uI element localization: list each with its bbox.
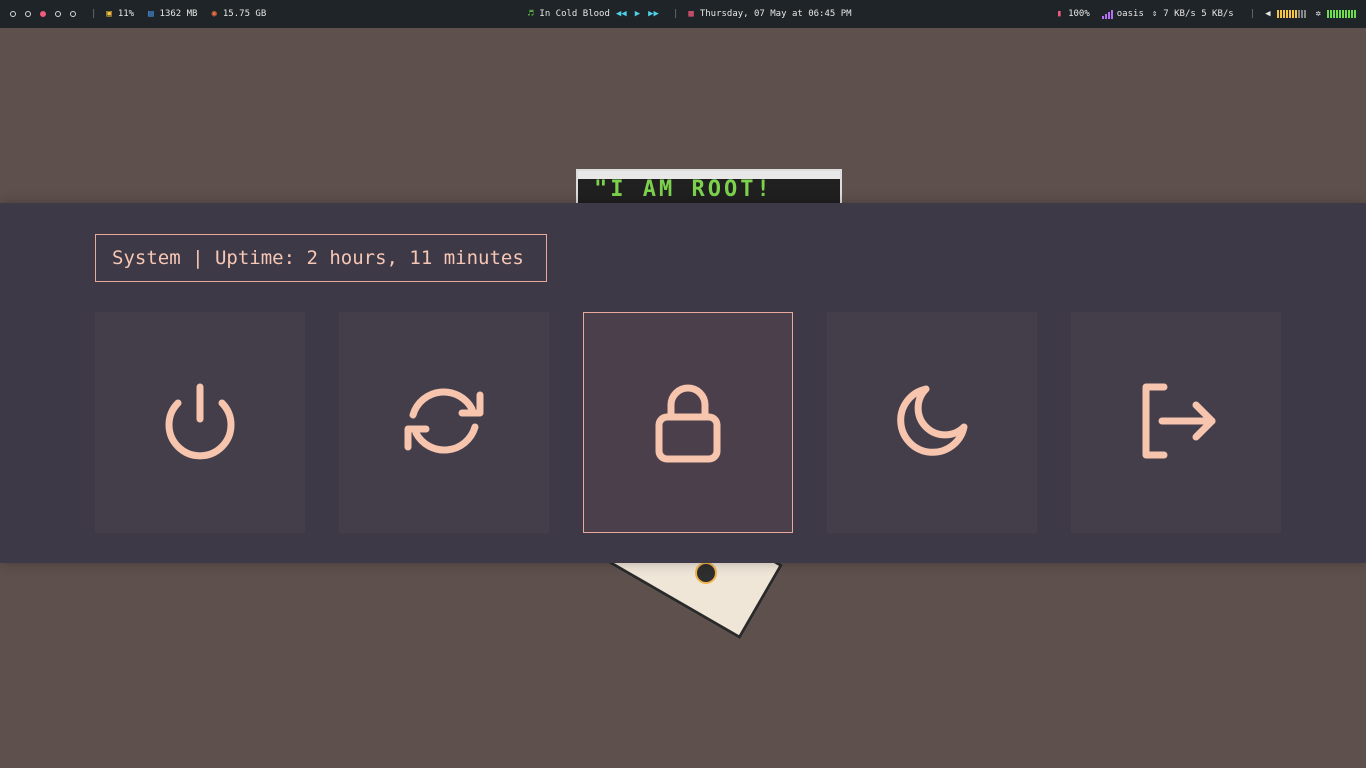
cpu-module: ▣ 11% — [106, 9, 134, 19]
track-title: In Cold Blood — [539, 9, 610, 19]
shutdown-button[interactable] — [95, 312, 305, 533]
logout-button[interactable] — [1071, 312, 1281, 533]
suspend-button[interactable] — [827, 312, 1037, 533]
separator: | — [91, 9, 97, 19]
volume-meter[interactable] — [1276, 10, 1306, 18]
wallpaper-penguin-icon — [695, 562, 717, 584]
network-speed: 7 KB/s 5 KB/s — [1163, 9, 1234, 19]
top-bar-right: ▮ 100% oasis ⇕ 7 KB/s 5 KB/s | ◀ ✲ — [1057, 0, 1356, 28]
music-module: ♬ In Cold Blood — [528, 9, 610, 19]
clock-module: ▦ Thursday, 07 May at 06:45 PM — [688, 9, 851, 19]
volume-muted-icon: ◀ — [1265, 9, 1271, 19]
brightness-meter[interactable] — [1327, 10, 1356, 18]
brightness-module[interactable]: ✲ — [1316, 9, 1356, 19]
workspace-3[interactable] — [40, 11, 46, 17]
moon-icon — [897, 385, 968, 456]
play-icon[interactable]: ▶ — [635, 9, 640, 19]
top-bar: | ▣ 11% ▤ 1362 MB ◉ 15.75 GB ♬ In Cold B… — [0, 0, 1366, 28]
disk-value: 15.75 GB — [222, 9, 267, 19]
memory-icon: ▤ — [148, 9, 154, 19]
clock-text: Thursday, 07 May at 06:45 PM — [699, 9, 852, 19]
battery-icon: ▮ — [1056, 9, 1063, 19]
memory-module: ▤ 1362 MB — [148, 9, 197, 19]
cpu-value: 11% — [117, 9, 135, 19]
network-ssid: oasis — [1116, 9, 1144, 19]
logout-icon — [1142, 383, 1216, 458]
music-note-icon: ♬ — [528, 9, 534, 19]
separator: | — [1249, 9, 1256, 19]
volume-module[interactable]: ◀ — [1265, 9, 1306, 19]
battery-value: 100% — [1068, 9, 1090, 19]
network-module: oasis ⇕ 7 KB/s 5 KB/s — [1101, 9, 1234, 19]
previous-track-icon[interactable]: ◀◀ — [616, 9, 627, 19]
power-icon — [165, 383, 235, 459]
workspace-1[interactable] — [10, 11, 16, 17]
updown-icon: ⇕ — [1151, 9, 1158, 19]
reboot-button[interactable] — [339, 312, 549, 533]
disk-icon: ◉ — [211, 9, 217, 19]
brightness-icon: ✲ — [1315, 9, 1321, 19]
top-bar-left: | ▣ 11% ▤ 1362 MB ◉ 15.75 GB — [10, 0, 280, 28]
workspace-5[interactable] — [70, 11, 76, 17]
workspace-4[interactable] — [55, 11, 61, 17]
cpu-icon: ▣ — [106, 9, 112, 19]
wifi-signal-icon — [1101, 9, 1113, 19]
refresh-icon — [404, 387, 484, 454]
separator: | — [672, 9, 679, 19]
lock-icon — [655, 384, 721, 462]
memory-value: 1362 MB — [159, 9, 198, 19]
wallpaper-terminal-text: "I AM ROOT! — [594, 177, 773, 202]
disk-module: ◉ 15.75 GB — [211, 9, 266, 19]
top-bar-center: ♬ In Cold Blood ◀◀ ▶ ▶▶ | ▦ Thursday, 07… — [528, 0, 866, 28]
workspace-2[interactable] — [25, 11, 31, 17]
calendar-icon: ▦ — [688, 9, 694, 19]
power-menu: System | Uptime: 2 hours, 11 minutes — [0, 203, 1366, 563]
battery-module: ▮ 100% — [1057, 9, 1090, 19]
next-track-icon[interactable]: ▶▶ — [648, 9, 659, 19]
lock-button[interactable] — [583, 312, 793, 533]
power-menu-prompt: System | Uptime: 2 hours, 11 minutes — [95, 234, 547, 282]
